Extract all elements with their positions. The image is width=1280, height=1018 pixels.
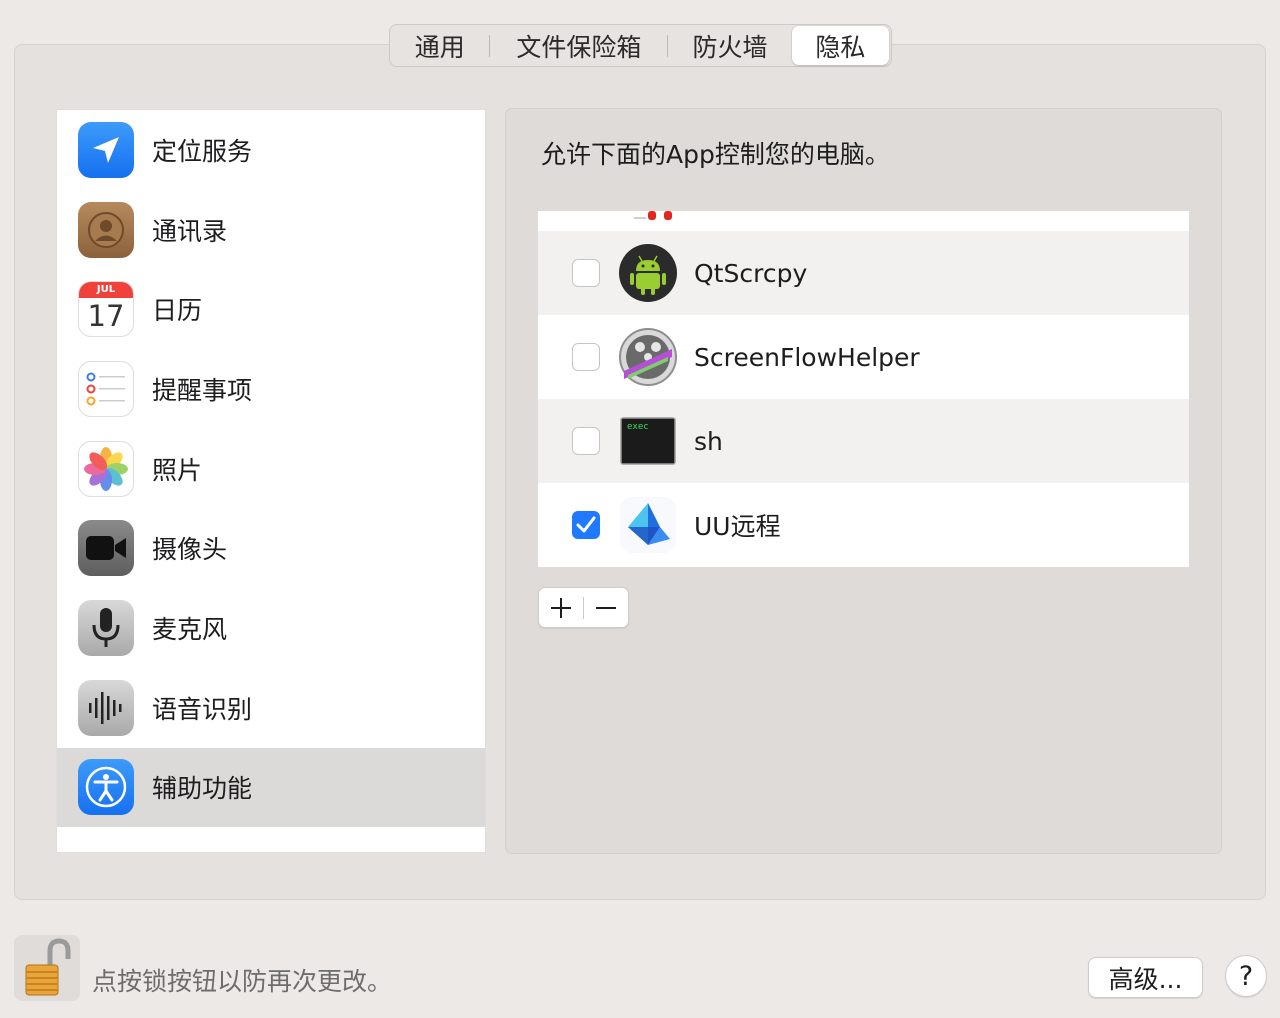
tab-firewall[interactable]: 防火墙 bbox=[668, 25, 791, 66]
plus-icon bbox=[551, 597, 571, 618]
sidebar-item-label: 通讯录 bbox=[152, 216, 228, 246]
accessibility-icon bbox=[78, 759, 134, 816]
tab-bar: 通用 文件保险箱 防火墙 隐私 bbox=[389, 24, 892, 67]
app-name: sh bbox=[694, 426, 723, 456]
lock-hint-text: 点按锁按钮以防再次更改。 bbox=[92, 967, 393, 996]
sidebar-item-label: 麦克风 bbox=[152, 614, 228, 644]
sidebar-item-speech-recognition[interactable]: 语音识别 bbox=[57, 668, 485, 748]
checkmark-icon bbox=[576, 516, 596, 533]
sidebar-item-label: 照片 bbox=[152, 455, 203, 485]
advanced-button[interactable]: 高级... bbox=[1088, 957, 1203, 998]
app-list[interactable]: QtScrcpy ScreenFlowHelper exec sh UU远程 bbox=[538, 211, 1189, 567]
terminal-exec-label: exec bbox=[627, 422, 649, 432]
calendar-day: 17 bbox=[87, 299, 125, 334]
list-item[interactable]: exec sh bbox=[538, 399, 1189, 483]
photos-icon bbox=[78, 440, 134, 497]
contacts-icon bbox=[78, 201, 134, 258]
sidebar-item-photos[interactable]: 照片 bbox=[57, 429, 485, 509]
sidebar-item-label: 摄像头 bbox=[152, 535, 228, 565]
sidebar-item-calendar[interactable]: JUL 17 日历 bbox=[57, 269, 485, 349]
screenflow-icon bbox=[618, 327, 678, 387]
tab-general[interactable]: 通用 bbox=[390, 25, 489, 66]
tab-filevault[interactable]: 文件保险箱 bbox=[490, 25, 667, 66]
add-app-button[interactable] bbox=[539, 588, 583, 627]
sidebar-item-reminders[interactable]: 提醒事项 bbox=[57, 349, 485, 429]
terminal-exec-icon: exec bbox=[618, 411, 678, 471]
sidebar-item-label: 辅助功能 bbox=[152, 774, 253, 804]
add-remove-control bbox=[538, 587, 629, 628]
sidebar-item-label: 语音识别 bbox=[152, 694, 253, 724]
sidebar-item-accessibility[interactable]: 辅助功能 bbox=[57, 747, 485, 828]
android-icon bbox=[618, 243, 678, 303]
remove-app-button[interactable] bbox=[584, 588, 628, 627]
pane-description: 允许下面的App控制您的电脑。 bbox=[541, 140, 890, 169]
accessibility-pane: 允许下面的App控制您的电脑。 QtScrcpy ScreenFlowHelpe… bbox=[505, 108, 1222, 854]
sidebar-item-label: 定位服务 bbox=[152, 136, 253, 166]
app-name: UU远程 bbox=[694, 512, 781, 541]
app-checkbox-sh[interactable] bbox=[572, 427, 600, 455]
microphone-icon bbox=[78, 599, 134, 656]
reminders-icon bbox=[78, 360, 134, 417]
camera-icon bbox=[78, 520, 134, 577]
app-name: QtScrcpy bbox=[694, 258, 808, 288]
tab-privacy[interactable]: 隐私 bbox=[791, 26, 890, 65]
sidebar-item-contacts[interactable]: 通讯录 bbox=[57, 190, 485, 270]
list-item-partial bbox=[538, 211, 1189, 231]
speech-recognition-icon bbox=[78, 679, 134, 736]
list-item[interactable]: ScreenFlowHelper bbox=[538, 315, 1189, 399]
sidebar-item-label: 提醒事项 bbox=[152, 375, 253, 405]
calendar-month: JUL bbox=[79, 282, 133, 299]
app-checkbox-screenflowhelper[interactable] bbox=[572, 343, 600, 371]
app-name: ScreenFlowHelper bbox=[694, 342, 920, 372]
lock-button[interactable] bbox=[14, 935, 80, 1001]
sidebar-item-camera[interactable]: 摄像头 bbox=[57, 508, 485, 588]
list-item[interactable]: QtScrcpy bbox=[538, 231, 1189, 315]
minus-icon bbox=[596, 606, 616, 609]
location-arrow-icon bbox=[78, 121, 134, 178]
calendar-icon: JUL 17 bbox=[78, 281, 134, 338]
app-checkbox-qtscrcpy[interactable] bbox=[572, 259, 600, 287]
list-item[interactable]: UU远程 bbox=[538, 483, 1189, 567]
app-checkbox-uu-remote[interactable] bbox=[572, 511, 600, 539]
privacy-category-list[interactable]: 定位服务 通讯录 JUL 17 日历 提醒事项 照片 摄像头 麦克风 语音识别 … bbox=[56, 109, 486, 853]
uu-remote-icon bbox=[618, 495, 678, 555]
sidebar-item-microphone[interactable]: 麦克风 bbox=[57, 588, 485, 668]
unlocked-padlock-icon bbox=[25, 938, 71, 996]
sidebar-item-location[interactable]: 定位服务 bbox=[57, 110, 485, 190]
sidebar-item-partial bbox=[57, 827, 485, 852]
help-button[interactable]: ? bbox=[1225, 955, 1267, 997]
sidebar-item-label: 日历 bbox=[152, 296, 203, 326]
